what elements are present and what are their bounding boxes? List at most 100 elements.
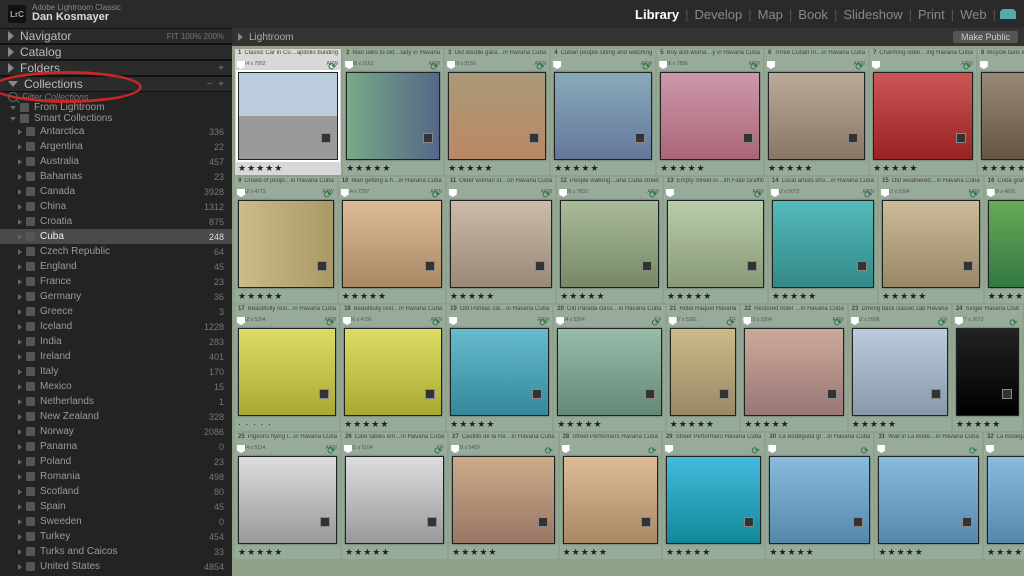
star-rating[interactable]: ★★★★★ <box>769 291 877 303</box>
collection-item[interactable]: Scotland80 <box>0 484 232 499</box>
thumbnail-cell[interactable]: 1Classic Car in Cu…apitolio building5304… <box>235 49 341 175</box>
thumbnail-image[interactable] <box>450 200 552 288</box>
metadata-badge[interactable] <box>1002 389 1012 399</box>
thumbnail-image[interactable] <box>660 72 760 160</box>
thumbnail-cell[interactable]: 2Man talks to old…lady in Havana7738 x 5… <box>343 49 443 175</box>
thumbnail-image[interactable] <box>956 328 1019 416</box>
metadata-badge[interactable] <box>535 261 545 271</box>
thumbnail-cell[interactable]: 18Beautifully rest…in Havana Cuba4736 x … <box>341 305 445 431</box>
thumbnail-image[interactable] <box>342 200 442 288</box>
module-map[interactable]: Map <box>752 7 789 22</box>
thumbnail-cell[interactable]: 29Street Performers Havana Cuba⟳★★★★★ <box>663 433 764 559</box>
star-rating[interactable]: ★★★★★ <box>766 547 873 559</box>
metadata-badge[interactable] <box>642 261 652 271</box>
thumbnail-cell[interactable]: 24Singer Havana Club3677 x 2673⟳★★★★★ <box>953 305 1022 431</box>
thumbnail-image[interactable] <box>987 456 1024 544</box>
folders-header[interactable]: Folders + <box>0 60 232 76</box>
metadata-badge[interactable] <box>425 389 435 399</box>
metadata-badge[interactable] <box>719 389 729 399</box>
metadata-badge[interactable] <box>319 389 329 399</box>
thumbnail-image[interactable] <box>238 72 338 160</box>
module-slideshow[interactable]: Slideshow <box>837 7 908 22</box>
collection-item[interactable]: Italy170 <box>0 364 232 379</box>
thumbnail-image[interactable] <box>882 200 980 288</box>
star-rating[interactable]: ★★★★★ <box>560 547 661 559</box>
star-rating[interactable]: ★★★★★ <box>849 419 951 431</box>
thumbnail-cell[interactable]: 32La Bodeguita del Medio Graffiti⟳★★★★★ <box>984 433 1024 559</box>
star-rating[interactable]: ★★★★★ <box>985 291 1024 303</box>
collection-item[interactable]: Spain45 <box>0 499 232 514</box>
metadata-badge[interactable] <box>425 261 435 271</box>
thumbnail-cell[interactable]: 19Old Pontiac cla…in Havana CubaARW⟳★★★★… <box>447 305 552 431</box>
module-print[interactable]: Print <box>912 7 951 22</box>
thumbnail-cell[interactable]: 11Older woman st…on Havana CubaARW⟳★★★★★ <box>447 177 555 303</box>
folders-add-icon[interactable]: + <box>218 63 224 74</box>
collection-item[interactable]: Netherlands1 <box>0 394 232 409</box>
thumbnail-image[interactable] <box>448 72 546 160</box>
thumbnail-image[interactable] <box>238 200 334 288</box>
star-rating[interactable]: ★★★★★ <box>765 163 868 175</box>
collection-item[interactable]: England45 <box>0 259 232 274</box>
thumbnail-cell[interactable]: 17Beautifully rest…in Havana Cuba7952 x … <box>235 305 339 431</box>
thumbnail-cell[interactable]: 27Castillo de la Re…in Havana Cuba5409 x… <box>449 433 557 559</box>
metadata-badge[interactable] <box>743 133 753 143</box>
metadata-badge[interactable] <box>963 261 973 271</box>
star-rating[interactable]: ★★★★★ <box>557 291 662 303</box>
metadata-badge[interactable] <box>645 389 655 399</box>
thumbnail-image[interactable] <box>988 200 1024 288</box>
metadata-badge[interactable] <box>427 517 437 527</box>
collection-item[interactable]: China1312 <box>0 199 232 214</box>
thumbnail-cell[interactable]: 25Pigeons flying i…in Havana Cuba5104 x … <box>235 433 340 559</box>
catalog-header[interactable]: Catalog <box>0 44 232 60</box>
thumbnail-image[interactable] <box>346 72 440 160</box>
thumbnail-cell[interactable]: 10Man getting a h…in Havana Cuba4864 x 7… <box>339 177 445 303</box>
metadata-badge[interactable] <box>857 261 867 271</box>
thumbnail-cell[interactable]: 5Boy and woma…y in Havana Cuba5236 x 785… <box>657 49 763 175</box>
metadata-badge[interactable] <box>317 261 327 271</box>
thumbnail-cell[interactable]: 20Old Parada class…in Havana Cuba5304 x … <box>554 305 664 431</box>
collection-item[interactable]: France23 <box>0 274 232 289</box>
star-rating[interactable]: ★★★★★ <box>657 163 763 175</box>
module-web[interactable]: Web <box>954 7 993 22</box>
star-rating[interactable]: ★★★★★ <box>341 419 445 431</box>
metadata-badge[interactable] <box>931 389 941 399</box>
thumbnail-image[interactable] <box>873 72 973 160</box>
star-rating[interactable]: ★★★★★ <box>235 291 337 303</box>
collection-item[interactable]: Germany36 <box>0 289 232 304</box>
collections-add-icon[interactable]: − + <box>207 79 224 90</box>
metadata-badge[interactable] <box>320 517 330 527</box>
metadata-badge[interactable] <box>538 517 548 527</box>
module-library[interactable]: Library <box>629 7 685 22</box>
star-rating[interactable]: ★★★★★ <box>554 419 664 431</box>
star-rating[interactable]: ★★★★★ <box>551 163 655 175</box>
metadata-badge[interactable] <box>848 133 858 143</box>
metadata-badge[interactable] <box>853 517 863 527</box>
thumbnail-image[interactable] <box>981 72 1024 160</box>
thumbnail-cell[interactable]: 4Cuban people sitting and watchingARW⟳★★… <box>551 49 655 175</box>
star-rating[interactable]: ★★★★★ <box>875 547 982 559</box>
thumbnail-image[interactable] <box>563 456 658 544</box>
thumbnail-cell[interactable]: 9Crowd of peopl…in Havana Cuba7952 x 477… <box>235 177 337 303</box>
star-rating[interactable]: ★★★★★ <box>870 163 976 175</box>
collection-item[interactable]: Argentina22 <box>0 139 232 154</box>
star-rating[interactable]: ★★★★★ <box>342 547 447 559</box>
collection-item[interactable]: Antarctica336 <box>0 124 232 139</box>
thumbnail-image[interactable] <box>769 456 870 544</box>
collection-item[interactable]: Turkey454 <box>0 529 232 544</box>
star-rating[interactable]: ★★★★★ <box>235 163 341 175</box>
collection-item[interactable]: Poland23 <box>0 454 232 469</box>
metadata-badge[interactable] <box>747 261 757 271</box>
star-rating[interactable]: · · · · · <box>235 419 339 431</box>
breadcrumb-path[interactable]: Lightroom <box>249 32 293 43</box>
cloud-sync-icon[interactable] <box>1000 9 1016 19</box>
metadata-badge[interactable] <box>532 389 542 399</box>
star-rating[interactable]: ★★★★★ <box>953 419 1022 431</box>
collection-item[interactable]: Cuba248 <box>0 229 232 244</box>
collection-item[interactable]: Czech Republic64 <box>0 244 232 259</box>
star-rating[interactable]: ★★★★★ <box>667 419 740 431</box>
thumbnail-image[interactable] <box>238 456 337 544</box>
thumbnail-cell[interactable]: 3Old double gara…in Havana Cuba7720 x 51… <box>445 49 549 175</box>
thumbnail-image[interactable] <box>452 456 554 544</box>
thumbnail-cell[interactable]: 16Cuba graffiti on an old house wall7239… <box>985 177 1024 303</box>
thumbnail-image[interactable] <box>557 328 661 416</box>
